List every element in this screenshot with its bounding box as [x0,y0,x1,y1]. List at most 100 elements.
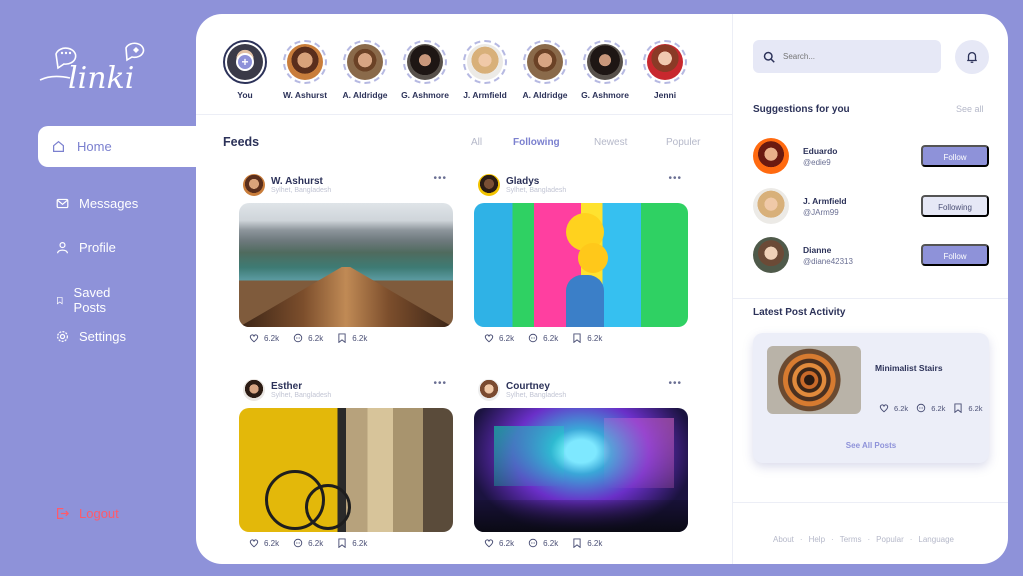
avatar [407,44,443,80]
footer-link-help[interactable]: Help [809,535,825,544]
comment-button[interactable]: 6.2k [293,538,323,548]
tab-following[interactable]: Following [513,137,560,148]
post-location: Sylhet, Bangladesh [506,392,567,399]
comment-icon [528,333,538,343]
activity-post-title: Minimalist Stairs [875,363,943,373]
post-author: Gladys [506,176,540,187]
suggestion-name: Eduardo [803,145,838,156]
post-stats: 6.2k 6.2k 6.2k [474,333,688,343]
sidebar-item-home[interactable]: Home [38,126,208,167]
post-location: Sylhet, Bangladesh [506,187,567,194]
sidebar-item-saved-posts[interactable]: Saved Posts [56,285,116,315]
sidebar-item-label: Settings [79,329,126,344]
tab-populer[interactable]: Populer [666,137,700,148]
heart-icon [484,334,494,343]
story-name: A. Aldridge [522,90,568,100]
bookmark-icon [338,333,346,343]
footer-link-popular[interactable]: Popular [876,535,904,544]
avatar [243,379,265,401]
post-stats: 6.2k 6.2k 6.2k [239,333,453,343]
post-card[interactable]: Courtney Sylhet, Bangladesh ••• 6.2k 6.2k… [474,376,688,548]
avatar [478,379,500,401]
like-stat: 6.2k [879,403,908,413]
post-image[interactable] [239,203,453,327]
story-ring [583,40,627,84]
following-button[interactable]: Following [921,195,989,217]
like-button[interactable]: 6.2k [484,333,514,343]
post-image[interactable] [239,408,453,532]
save-count: 6.2k [352,538,368,548]
bookmark-icon [954,403,962,413]
story-item[interactable]: Jenni [642,40,688,100]
footer-link-about[interactable]: About [773,535,794,544]
story-item[interactable]: G. Ashmore [401,40,449,100]
search-input[interactable] [783,52,923,61]
story-item[interactable]: A. Aldridge [522,40,568,100]
person-shape [566,275,604,327]
avatar [243,174,265,196]
comment-button[interactable]: 6.2k [528,538,558,548]
logout-button[interactable]: Logout [56,506,119,521]
suggestion-handle: @edie9 [803,157,831,167]
post-image[interactable] [474,203,688,327]
follow-button[interactable]: Follow [921,145,989,167]
save-button[interactable]: 6.2k [572,333,602,343]
see-all-link[interactable]: See all [956,104,984,114]
like-button[interactable]: 6.2k [484,538,514,548]
story-name: Jenni [653,90,677,100]
stories-row: + You W. Ashurst A. Aldridge G. Ashmore … [222,40,688,100]
story-item[interactable]: A. Aldridge [342,40,388,100]
suggestion-name: Dianne [803,244,832,255]
post-card[interactable]: W. Ashurst Sylhet, Bangladesh ••• 6.2k 6.… [239,171,453,343]
suggestion-handle: @JArm99 [803,207,839,217]
comment-icon [293,333,303,343]
like-button[interactable]: 6.2k [249,333,279,343]
divider [196,114,732,115]
story-item[interactable]: W. Ashurst [282,40,328,100]
footer-link-language[interactable]: Language [918,535,954,544]
search-bar [753,40,941,73]
suggestions-title: Suggestions for you [753,104,850,115]
follow-button[interactable]: Follow [921,244,989,266]
comment-count: 6.2k [931,403,946,413]
post-card[interactable]: Esther Sylhet, Bangladesh ••• 6.2k 6.2k 6… [239,376,453,548]
sidebar-item-profile[interactable]: Profile [56,240,116,255]
post-header: Courtney Sylhet, Bangladesh ••• [474,376,688,404]
post-image[interactable] [474,408,688,532]
story-name: J. Armfield [463,90,507,100]
tab-all[interactable]: All [471,137,482,148]
post-location: Sylhet, Bangladesh [271,392,332,399]
notifications-button[interactable] [955,40,989,74]
column-divider [732,14,733,564]
bookmark-icon [57,296,63,305]
story-ring [643,40,687,84]
latest-activity-card[interactable]: Minimalist Stairs 6.2k 6.2k 6.2k See All… [753,333,989,463]
post-author: Courtney [506,381,550,392]
more-options-icon[interactable]: ••• [668,378,682,389]
sidebar-item-settings[interactable]: Settings [56,329,126,344]
suggestion-name: J. Armfield [803,195,847,206]
save-count: 6.2k [587,538,603,548]
post-card[interactable]: Gladys Sylhet, Bangladesh ••• 6.2k 6.2k 6… [474,171,688,343]
more-options-icon[interactable]: ••• [668,173,682,184]
save-button[interactable]: 6.2k [337,538,367,548]
see-all-posts-link[interactable]: See All Posts [753,441,989,450]
comment-button[interactable]: 6.2k [528,333,558,343]
sidebar-item-messages[interactable]: Messages [56,196,138,211]
story-item[interactable]: J. Armfield [462,40,508,100]
more-options-icon[interactable]: ••• [433,378,447,389]
footer-separator: · [799,535,803,544]
like-button[interactable]: 6.2k [249,538,279,548]
comment-button[interactable]: 6.2k [293,333,323,343]
avatar [467,44,503,80]
story-name: A. Aldridge [342,90,388,100]
story-you[interactable]: + You [222,40,268,100]
save-button[interactable]: 6.2k [337,333,367,343]
tab-newest[interactable]: Newest [594,137,627,148]
story-item[interactable]: G. Ashmore [581,40,629,100]
footer-link-terms[interactable]: Terms [840,535,862,544]
more-options-icon[interactable]: ••• [433,173,447,184]
latest-activity-title: Latest Post Activity [753,307,846,318]
like-count: 6.2k [894,403,909,413]
save-button[interactable]: 6.2k [572,538,602,548]
